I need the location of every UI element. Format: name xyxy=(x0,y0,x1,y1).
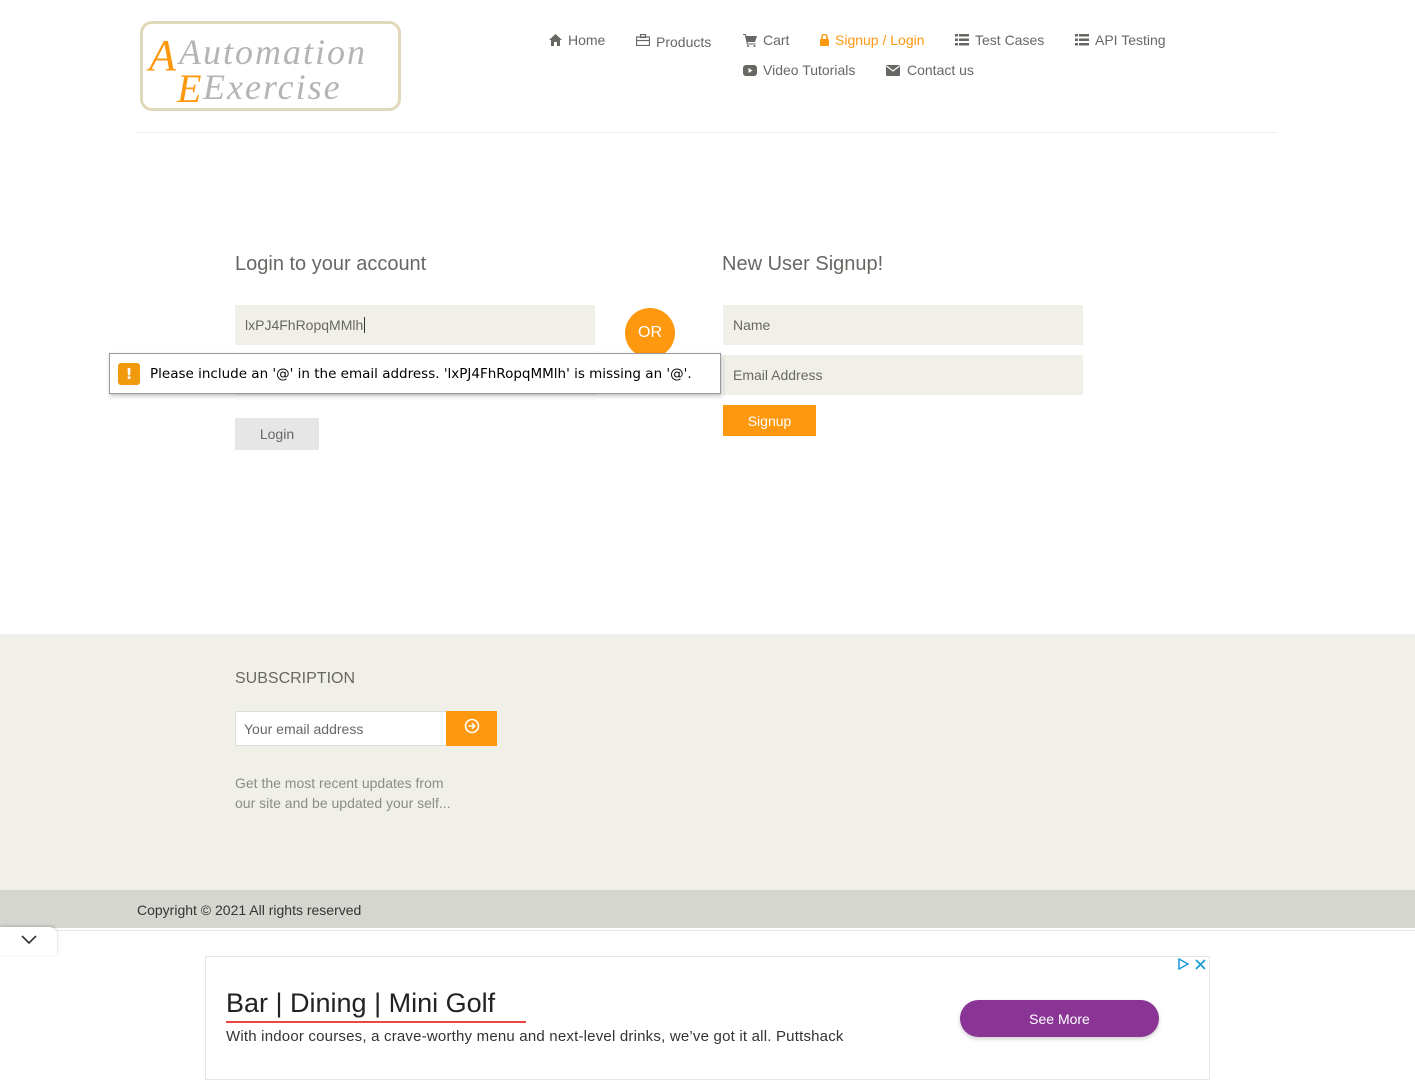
subscription-email-input[interactable]: Your email address xyxy=(235,711,447,746)
signup-email-input[interactable]: Email Address xyxy=(723,355,1083,395)
cart-icon xyxy=(743,33,757,47)
nav-contact-us-label: Contact us xyxy=(907,62,974,78)
ad-close-icon[interactable] xyxy=(1195,957,1206,975)
nav-cart-label: Cart xyxy=(763,32,790,48)
list-icon xyxy=(1075,33,1089,47)
ad-divider xyxy=(57,930,1415,931)
svg-text:A: A xyxy=(146,31,177,80)
logo-text-2: Exercise xyxy=(202,67,342,107)
ad-collapse-toggle[interactable] xyxy=(0,927,57,955)
ad-title[interactable]: Bar | Dining | Mini Golf xyxy=(226,988,495,1019)
signup-button[interactable]: Signup xyxy=(723,405,816,436)
signup-title: New User Signup! xyxy=(722,253,884,275)
text-cursor xyxy=(364,317,366,333)
signup-name-input[interactable]: Name xyxy=(723,305,1083,345)
nav-api-testing[interactable]: API Testing xyxy=(1075,32,1166,48)
chevron-down-icon xyxy=(20,932,37,950)
login-email-value: lxPJ4FhRopqMMlh xyxy=(245,317,364,333)
ad-see-more-button[interactable]: See More xyxy=(960,1000,1159,1037)
nav-products[interactable]: Products xyxy=(636,32,712,50)
subscription-title: SUBSCRIPTION xyxy=(235,670,356,687)
footer-widget xyxy=(0,635,1415,890)
nav-products-label: Products xyxy=(656,34,712,50)
logo-text-1: Automation xyxy=(177,32,367,72)
logo-graphic: A Automation E Exercise xyxy=(146,31,367,108)
ad-controls xyxy=(1177,957,1206,975)
login-email-input[interactable]: lxPJ4FhRopqMMlh xyxy=(235,305,595,345)
ad-text: With indoor courses, a crave-worthy menu… xyxy=(226,1028,844,1045)
lock-icon xyxy=(819,33,829,47)
signup-email-placeholder: Email Address xyxy=(733,367,823,383)
youtube-play-icon xyxy=(743,63,757,77)
list-icon xyxy=(955,33,969,47)
nav-signup-login[interactable]: Signup / Login xyxy=(819,32,925,48)
nav-test-cases-label: Test Cases xyxy=(975,32,1045,48)
or-separator: OR xyxy=(625,308,675,358)
site-logo[interactable]: A Automation E Exercise xyxy=(140,21,401,111)
login-title: Login to your account xyxy=(235,253,427,275)
warning-icon: ! xyxy=(118,362,140,385)
header-divider xyxy=(137,132,1278,133)
nav-contact-us[interactable]: Contact us xyxy=(886,62,974,78)
adchoices-icon[interactable] xyxy=(1177,957,1190,975)
copyright-text: Copyright © 2021 All rights reserved xyxy=(137,902,362,918)
briefcase-icon xyxy=(636,33,650,47)
ad-title-underline xyxy=(226,1021,526,1023)
login-button[interactable]: Login xyxy=(235,418,319,450)
subscription-description: Get the most recent updates from our sit… xyxy=(235,775,451,811)
validation-message: Please include an '@' in the email addre… xyxy=(150,365,692,382)
nav-video-tutorials[interactable]: Video Tutorials xyxy=(743,62,855,78)
subscribe-button[interactable] xyxy=(446,711,497,746)
nav-api-testing-label: API Testing xyxy=(1095,32,1166,48)
nav-test-cases[interactable]: Test Cases xyxy=(955,32,1044,48)
envelope-icon xyxy=(886,63,900,77)
nav-home[interactable]: Home xyxy=(548,32,605,48)
validation-tooltip: ! Please include an '@' in the email add… xyxy=(109,353,721,394)
signup-name-placeholder: Name xyxy=(733,317,771,333)
nav-signup-login-label: Signup / Login xyxy=(835,32,925,48)
arrow-circle-right-icon xyxy=(464,718,480,739)
nav-cart[interactable]: Cart xyxy=(743,32,789,48)
subscription-placeholder: Your email address xyxy=(244,720,364,737)
site-header: A Automation E Exercise Home Products Ca… xyxy=(0,0,1415,133)
nav-home-label: Home xyxy=(568,32,606,48)
home-icon xyxy=(548,33,562,47)
nav-video-tutorials-label: Video Tutorials xyxy=(763,62,856,78)
svg-text:E: E xyxy=(176,66,201,108)
